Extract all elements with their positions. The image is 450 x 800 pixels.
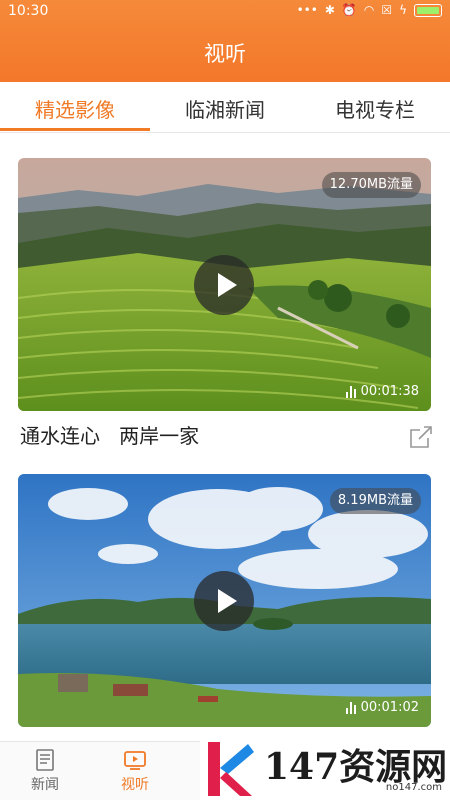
video-duration: 00:01:02 [345, 700, 419, 715]
play-button[interactable] [194, 571, 254, 631]
video-icon [124, 751, 146, 770]
tab-bar: 精选影像 临湘新闻 电视专栏 [0, 82, 450, 133]
news-icon [36, 749, 54, 771]
video-title[interactable]: 通水连心 两岸一家 [20, 420, 199, 449]
nav-item-news[interactable]: 新闻 [15, 748, 75, 794]
duration-text: 00:01:02 [360, 700, 419, 715]
nav-label-news: 新闻 [31, 777, 59, 793]
data-usage-badge: 8.19MB流量 [329, 488, 421, 514]
video-thumbnail[interactable]: 8.19MB流量 00:01:02 [18, 474, 431, 727]
watermark-url: no147.com [385, 782, 442, 793]
more-dots-icon: ••• [296, 3, 318, 17]
status-icons: ••• ✱ ⏰ ◠ ☒ ϟ [297, 3, 442, 17]
battery-icon [414, 3, 442, 17]
signal-bars-icon [345, 701, 356, 714]
watermark-logo [208, 742, 254, 796]
bluetooth-icon: ✱ [324, 3, 335, 17]
video-card[interactable]: 8.19MB流量 00:01:02 [18, 474, 431, 727]
video-card[interactable]: 12.70MB流量 00:01:38 通水连心 两岸一家 [18, 158, 432, 448]
status-time: 10:30 [8, 3, 49, 19]
play-button[interactable] [194, 255, 254, 315]
charging-icon: ϟ [399, 3, 407, 17]
status-bar: 10:30 ••• ✱ ⏰ ◠ ☒ ϟ [0, 0, 450, 24]
tab-tv-column[interactable]: 电视专栏 [300, 94, 450, 123]
tab-featured-videos[interactable]: 精选影像 [0, 94, 150, 123]
tab-indicator [0, 128, 150, 131]
share-icon[interactable] [408, 424, 434, 450]
page-title: 视听 [204, 42, 246, 66]
data-usage-badge: 12.70MB流量 [321, 172, 421, 198]
signal-bars-icon [345, 385, 356, 398]
tab-linxiang-news[interactable]: 临湘新闻 [150, 94, 300, 123]
video-thumbnail[interactable]: 12.70MB流量 00:01:38 [18, 158, 431, 411]
wifi-icon: ◠ [363, 3, 375, 17]
duration-text: 00:01:38 [360, 384, 419, 399]
alarm-icon: ⏰ [341, 3, 357, 17]
sim-icon: ☒ [381, 3, 393, 17]
watermark: 147资源网 no147.com [200, 738, 450, 800]
nav-item-video[interactable]: 视听 [105, 748, 165, 794]
app-header: 10:30 ••• ✱ ⏰ ◠ ☒ ϟ 视听 [0, 0, 450, 82]
video-duration: 00:01:38 [345, 384, 419, 399]
nav-label-video: 视听 [121, 777, 149, 793]
